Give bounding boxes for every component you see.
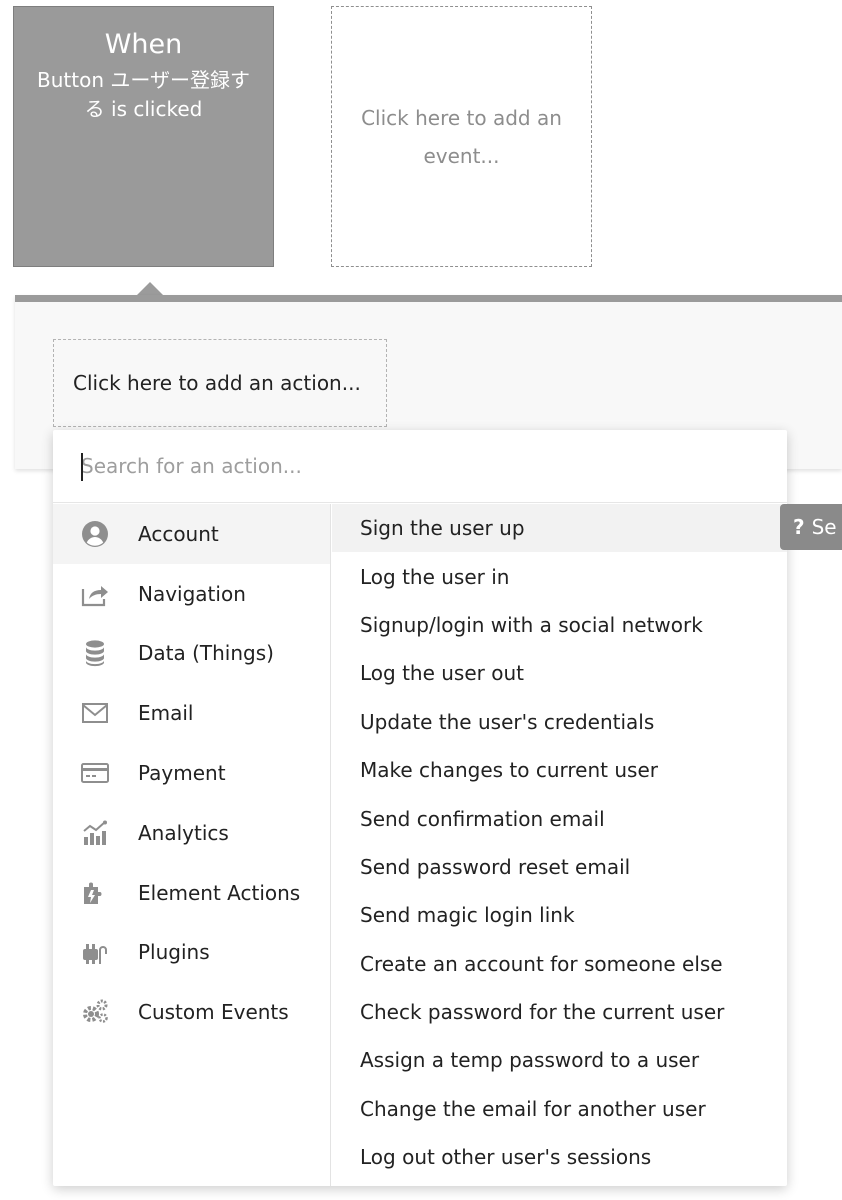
text-caret (81, 453, 83, 481)
category-label: Custom Events (138, 1000, 289, 1025)
event-trigger-text: Button ユーザー登録する is clicked (37, 68, 250, 121)
help-badge-label: Se (811, 515, 837, 539)
action-log-out-sessions[interactable]: Log out other user's sessions (332, 1133, 787, 1181)
action-list: Sign the user up Log the user in Signup/… (332, 504, 787, 1186)
action-make-changes-user[interactable]: Make changes to current user (332, 746, 787, 794)
action-send-confirmation-email[interactable]: Send confirmation email (332, 794, 787, 842)
category-label: Email (138, 701, 194, 726)
add-event-label: Click here to add an event... (361, 105, 562, 168)
action-dropdown: Account Navigation Data (Things) Email P… (53, 430, 787, 1186)
add-action-button[interactable]: Click here to add an action... (53, 339, 387, 427)
plug-icon (79, 937, 111, 967)
action-log-user-in[interactable]: Log the user in (332, 552, 787, 600)
event-card[interactable]: When Button ユーザー登録する is clicked (13, 6, 274, 267)
category-list: Account Navigation Data (Things) Email P… (53, 504, 331, 1186)
add-event-button[interactable]: Click here to add an event... (331, 6, 592, 267)
search-row (53, 430, 787, 503)
action-check-password[interactable]: Check password for the current user (332, 988, 787, 1036)
event-when-label: When (104, 29, 183, 60)
action-create-account-else[interactable]: Create an account for someone else (332, 940, 787, 988)
action-change-email-other[interactable]: Change the email for another user (332, 1085, 787, 1133)
action-search-input[interactable] (53, 430, 787, 502)
category-label: Plugins (138, 940, 210, 965)
category-custom-events[interactable]: Custom Events (53, 982, 330, 1042)
category-label: Navigation (138, 581, 246, 606)
category-data-things[interactable]: Data (Things) (53, 624, 330, 684)
add-action-label: Click here to add an action... (73, 371, 361, 395)
action-send-password-reset[interactable]: Send password reset email (332, 843, 787, 891)
category-element-actions[interactable]: Element Actions (53, 863, 330, 923)
envelope-icon (79, 698, 111, 728)
panel-pointer (136, 282, 164, 296)
share-icon (79, 579, 111, 609)
question-icon: ? (793, 515, 805, 539)
credit-card-icon (79, 758, 111, 788)
category-label: Data (Things) (138, 641, 274, 666)
category-email[interactable]: Email (53, 683, 330, 743)
action-assign-temp-password[interactable]: Assign a temp password to a user (332, 1036, 787, 1084)
help-badge[interactable]: ? Se (780, 504, 842, 550)
category-label: Element Actions (138, 880, 301, 905)
action-sign-user-up[interactable]: Sign the user up (332, 504, 787, 553)
category-payment[interactable]: Payment (53, 743, 330, 803)
action-update-credentials[interactable]: Update the user's credentials (332, 698, 787, 746)
category-analytics[interactable]: Analytics (53, 803, 330, 863)
puzzle-icon (79, 878, 111, 908)
category-navigation[interactable]: Navigation (53, 564, 330, 624)
action-send-magic-link[interactable]: Send magic login link (332, 891, 787, 939)
action-log-user-out[interactable]: Log the user out (332, 649, 787, 697)
category-label: Analytics (138, 820, 229, 845)
user-circle-icon (79, 519, 111, 549)
gears-icon (79, 997, 111, 1027)
category-account[interactable]: Account (53, 504, 330, 564)
action-social-login[interactable]: Signup/login with a social network (332, 601, 787, 649)
chart-icon (79, 818, 111, 848)
category-plugins[interactable]: Plugins (53, 923, 330, 983)
category-label: Account (138, 521, 219, 546)
category-label: Payment (138, 761, 226, 786)
database-icon (79, 638, 111, 668)
